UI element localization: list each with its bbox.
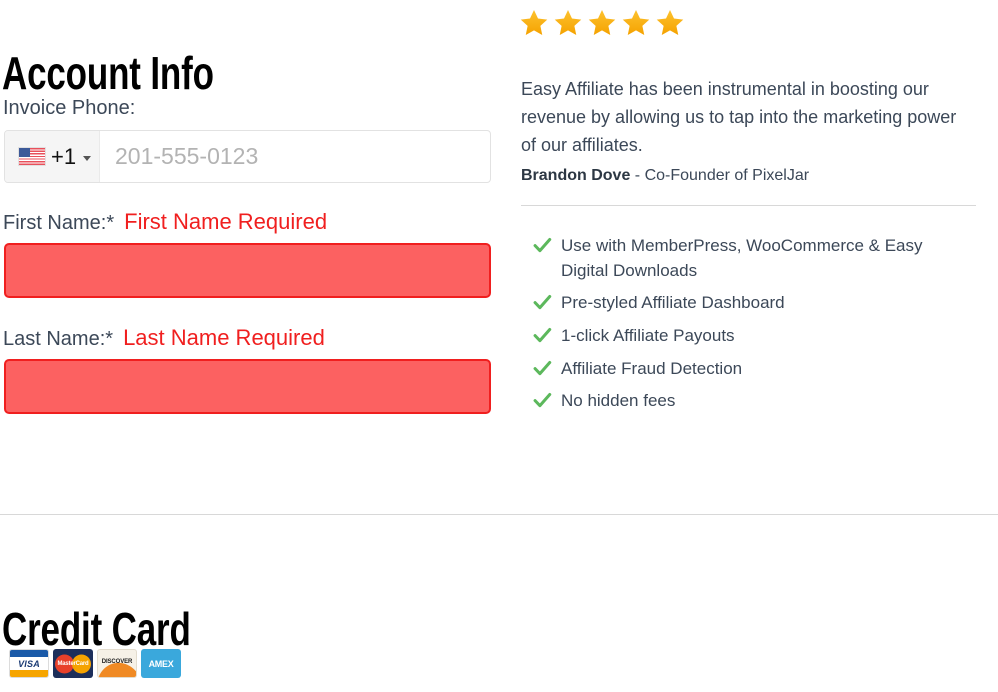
list-item-label: Pre-styled Affiliate Dashboard (561, 293, 785, 313)
check-icon (533, 393, 552, 408)
list-item: No hidden fees (533, 389, 973, 414)
discover-label: DISCOVER (101, 659, 133, 665)
visa-icon: VISA (9, 649, 49, 678)
country-code-selector[interactable]: +1 (5, 131, 100, 182)
testimonial-quote: Easy Affiliate has been instrumental in … (521, 79, 957, 155)
section-divider (0, 514, 998, 515)
first-name-label: First Name:* (3, 212, 115, 234)
star-icon (554, 10, 582, 35)
list-item-label: Use with MemberPress, WooCommerce & Easy… (561, 236, 923, 280)
mastercard-icon: MasterCard (53, 649, 93, 678)
star-icon (656, 10, 684, 35)
list-item-label: Affiliate Fraud Detection (561, 358, 743, 378)
list-item: Affiliate Fraud Detection (533, 357, 973, 382)
testimonial-attribution: Brandon Dove - Co-Founder of PixelJar (521, 165, 809, 187)
last-name-error: Last Name Required (123, 325, 325, 350)
invoice-phone-field[interactable]: +1 (4, 130, 491, 183)
chevron-down-icon[interactable] (83, 155, 92, 161)
list-item-label: No hidden fees (561, 391, 676, 411)
check-icon (533, 327, 552, 343)
amex-label: AMEX (148, 658, 174, 669)
invoice-phone-label: Invoice Phone: (3, 97, 136, 119)
list-item: 1-click Affiliate Payouts (533, 324, 973, 349)
star-icon (520, 10, 548, 35)
page-title: Account Info (2, 47, 214, 100)
last-name-label: Last Name:* (3, 328, 114, 350)
feature-list: Use with MemberPress, WooCommerce & Easy… (533, 234, 973, 422)
checkout-page: Account Info Invoice Phone: +1 First Nam… (0, 0, 998, 692)
star-icon (588, 10, 616, 35)
check-icon (533, 295, 552, 310)
us-flag-icon (19, 148, 45, 165)
mastercard-label: MasterCard (57, 660, 89, 667)
amex-icon: AMEX (141, 649, 181, 678)
testimonial-author-role: - Co-Founder of PixelJar (630, 167, 810, 184)
accepted-cards: VISA MasterCard DISCOVER AMEX (9, 649, 181, 678)
list-item-label: 1-click Affiliate Payouts (561, 325, 735, 345)
credit-card-title: Credit Card (2, 603, 191, 656)
invoice-phone-input[interactable] (100, 131, 490, 182)
check-icon (533, 360, 552, 375)
discover-icon: DISCOVER (97, 649, 137, 678)
last-name-label-row: Last Name:* Last Name Required (3, 325, 325, 351)
check-icon (533, 238, 552, 253)
dial-code-label: +1 (51, 143, 77, 169)
visa-label: VISA (18, 658, 40, 669)
testimonial-author: Brandon Dove (521, 167, 631, 184)
first-name-error: First Name Required (124, 209, 328, 234)
first-name-label-row: First Name:* First Name Required (3, 209, 327, 235)
rating-stars (519, 8, 685, 38)
list-item: Use with MemberPress, WooCommerce & Easy… (533, 234, 973, 283)
right-column-divider (521, 205, 976, 206)
star-icon (622, 10, 650, 35)
list-item: Pre-styled Affiliate Dashboard (533, 291, 973, 316)
first-name-input[interactable] (4, 243, 491, 298)
last-name-input[interactable] (4, 359, 491, 414)
